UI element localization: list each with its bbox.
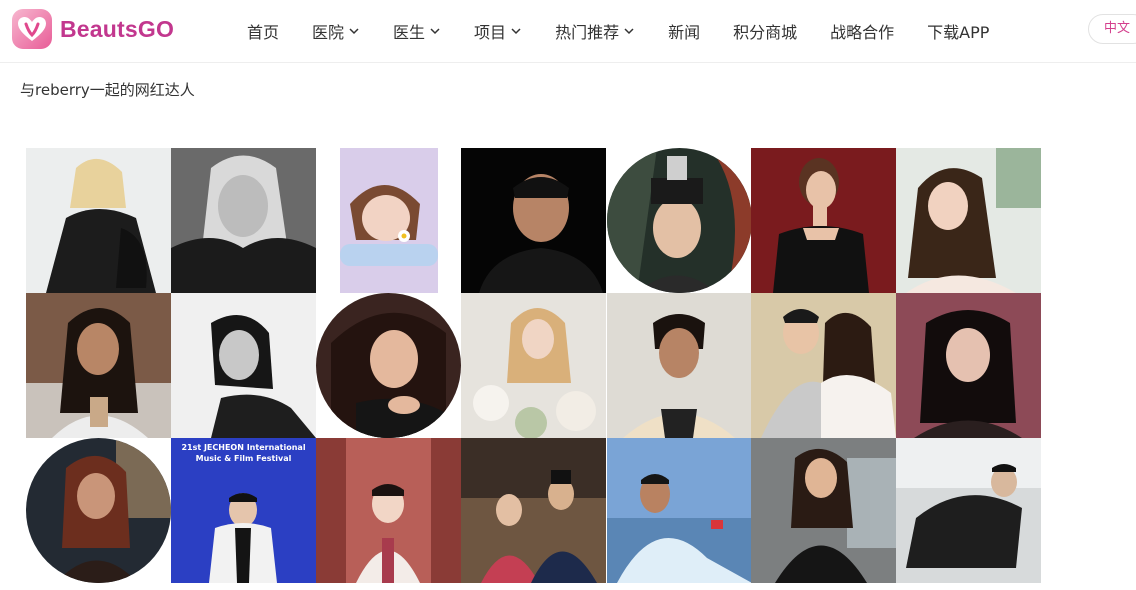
influencer-photo-image	[26, 148, 171, 293]
influencer-photo[interactable]	[171, 293, 316, 438]
influencer-photo[interactable]	[26, 293, 171, 438]
nav-item-hospitals[interactable]: 医院	[312, 19, 360, 43]
nav-label: 首页	[247, 23, 280, 42]
nav-item-recommended[interactable]: 热门推荐	[555, 19, 635, 43]
influencer-photo-image	[751, 293, 896, 438]
influencer-photo-image	[461, 293, 606, 438]
nav-label: 项目	[474, 23, 507, 42]
influencer-photo[interactable]	[461, 148, 606, 293]
brand-logo[interactable]: BeautsGO	[12, 9, 174, 49]
influencer-photo[interactable]	[26, 148, 171, 293]
influencer-photo[interactable]	[607, 293, 752, 438]
nav-label: 战略合作	[830, 23, 895, 42]
influencer-photo[interactable]	[751, 293, 896, 438]
page-title: 与reberry一起的网红达人	[20, 81, 195, 99]
influencer-photo-image	[607, 148, 752, 293]
influencer-photo[interactable]	[316, 148, 461, 293]
influencer-photo[interactable]	[896, 438, 1041, 583]
nav-item-partnership[interactable]: 战略合作	[830, 19, 894, 43]
main-nav: 首页 医院 医生 项目 热门推荐 新闻 积分商城 战略合作 下载APP	[247, 0, 1022, 62]
influencer-photo[interactable]: 21st JECHEON International Music & Film …	[171, 438, 316, 583]
influencer-photo-image	[751, 438, 896, 583]
nav-label: 医生	[393, 23, 426, 42]
influencer-photo-image	[26, 438, 171, 583]
nav-item-projects[interactable]: 项目	[474, 19, 522, 43]
festival-banner-line1: 21st JECHEON International	[181, 443, 306, 452]
influencer-photo-image	[896, 438, 1041, 583]
nav-label: 医院	[312, 23, 345, 42]
influencer-photo[interactable]	[607, 438, 752, 583]
nav-item-download-app[interactable]: 下载APP	[927, 19, 989, 43]
influencer-photo[interactable]	[171, 148, 316, 293]
chevron-down-icon	[511, 28, 521, 35]
influencer-photo-image	[26, 293, 171, 438]
influencer-photo[interactable]	[316, 293, 461, 438]
influencer-photo-image	[607, 293, 752, 438]
heart-logo-icon	[12, 9, 52, 49]
nav-item-doctors[interactable]: 医生	[393, 19, 441, 43]
influencer-photo-image	[171, 148, 316, 293]
festival-banner-line2: Music & Film Festival	[195, 454, 292, 463]
nav-item-home[interactable]: 首页	[247, 19, 279, 43]
influencer-photo-image	[896, 293, 1041, 438]
influencer-photo-image	[171, 293, 316, 438]
top-navigation-bar: BeautsGO 首页 医院 医生 项目 热门推荐 新闻 积分商城 战略合作 下…	[0, 0, 1136, 63]
language-switch-button[interactable]: 中文	[1088, 14, 1136, 44]
influencer-photo[interactable]	[607, 148, 752, 293]
influencer-photo[interactable]	[461, 438, 606, 583]
influencer-gallery: 21st JECHEON International Music & Film …	[26, 148, 1041, 583]
influencer-photo-image	[461, 438, 606, 583]
influencer-photo[interactable]	[751, 438, 896, 583]
influencer-photo-image	[607, 438, 752, 583]
influencer-photo[interactable]	[26, 438, 171, 583]
influencer-photo[interactable]	[896, 293, 1041, 438]
nav-label: 热门推荐	[555, 23, 620, 42]
brand-name: BeautsGO	[60, 15, 175, 42]
nav-label: 新闻	[668, 23, 701, 42]
chevron-down-icon	[430, 28, 440, 35]
influencer-photo-image	[461, 148, 606, 293]
nav-item-news[interactable]: 新闻	[668, 19, 700, 43]
influencer-photo[interactable]	[461, 293, 606, 438]
nav-label: 下载APP	[927, 23, 990, 42]
chevron-down-icon	[624, 28, 634, 35]
nav-item-points-mall[interactable]: 积分商城	[733, 19, 797, 43]
influencer-photo-image	[316, 438, 461, 583]
nav-label: 积分商城	[733, 23, 798, 42]
chevron-down-icon	[349, 28, 359, 35]
influencer-photo-image	[316, 293, 461, 438]
influencer-photo-image	[751, 148, 896, 293]
influencer-photo[interactable]	[896, 148, 1041, 293]
influencer-photo-image	[896, 148, 1041, 293]
influencer-photo[interactable]	[751, 148, 896, 293]
influencer-photo[interactable]	[316, 438, 461, 583]
influencer-photo-image	[316, 148, 461, 293]
